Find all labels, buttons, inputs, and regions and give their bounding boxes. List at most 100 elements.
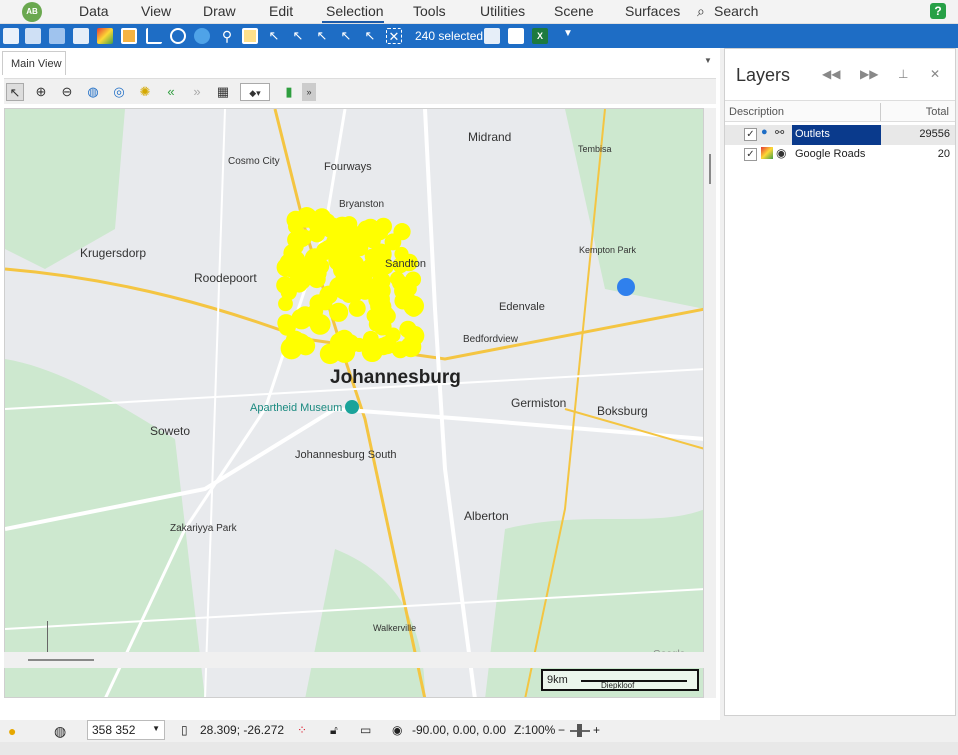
menu-search[interactable]: Search xyxy=(714,3,758,19)
horizontal-scroll-thumb[interactable] xyxy=(28,659,94,661)
selection-table-icon[interactable] xyxy=(508,28,524,44)
tab-menu-chevron-icon[interactable]: ▼ xyxy=(704,56,712,65)
outlet-point xyxy=(337,330,353,346)
zoom-slider[interactable] xyxy=(570,724,590,737)
layer-visible-checkbox[interactable]: ✓ xyxy=(744,128,757,141)
basemap-dropdown-icon[interactable]: ◆▾ xyxy=(240,83,270,101)
zoom-level: Z:100% xyxy=(514,723,556,737)
export-selection-icon[interactable] xyxy=(484,28,500,44)
full-extent-icon[interactable]: ◎ xyxy=(110,83,128,101)
clear-selection-icon[interactable]: ✕ xyxy=(386,28,402,44)
menu-edit[interactable]: Edit xyxy=(269,3,293,19)
outlet-point xyxy=(312,258,330,275)
select-add-icon[interactable]: ↖ xyxy=(338,28,354,44)
menu-surfaces[interactable]: Surfaces xyxy=(625,3,680,19)
snap-icon[interactable]: ⁘ xyxy=(297,723,307,737)
chevron-down-icon[interactable]: ▼ xyxy=(563,28,573,39)
settings-gear-icon[interactable]: ✺ xyxy=(136,83,154,101)
grid-icon[interactable]: ▦ xyxy=(214,83,232,101)
col-description[interactable]: Description xyxy=(729,106,784,118)
airport-icon xyxy=(617,278,635,296)
app-logo[interactable]: AB xyxy=(22,2,42,22)
place-label-midrand: Midrand xyxy=(468,130,512,144)
outlet-point xyxy=(363,278,379,294)
tab-main-view[interactable]: Main View xyxy=(2,51,66,75)
search-icon[interactable]: ⌕ xyxy=(697,3,705,20)
zoom-in-button[interactable]: + xyxy=(593,723,600,737)
help-icon[interactable]: ? xyxy=(930,3,946,19)
menu-utilities[interactable]: Utilities xyxy=(480,3,525,19)
select-polygon-icon[interactable]: ↖ xyxy=(290,28,306,44)
comment-icon[interactable]: ▭ xyxy=(360,723,371,737)
menu-data[interactable]: Data xyxy=(79,3,109,19)
layers-icon[interactable] xyxy=(73,28,89,44)
label-tool-icon[interactable] xyxy=(121,28,137,44)
museum-icon xyxy=(345,400,359,414)
vertical-scrollbar[interactable] xyxy=(704,108,716,698)
layers-table-header: Description Total xyxy=(725,100,955,122)
outlet-point xyxy=(276,276,294,295)
table-icon[interactable] xyxy=(49,28,65,44)
select-arrow-icon[interactable]: ↖ xyxy=(266,28,282,44)
outlet-point xyxy=(313,208,331,226)
bookmark-icon[interactable]: ▮ xyxy=(280,83,298,101)
outlet-point xyxy=(335,242,356,263)
zoom-in-icon[interactable]: ⊕ xyxy=(32,83,50,101)
pin-icon[interactable]: ⚲ xyxy=(219,28,235,44)
col-total[interactable]: Total xyxy=(926,106,949,118)
layer-visible-checkbox[interactable]: ✓ xyxy=(744,148,757,161)
column-separator[interactable] xyxy=(880,103,881,121)
menu-view[interactable]: View xyxy=(141,3,171,19)
lock-icon[interactable]: 🔓︎ xyxy=(330,723,338,738)
scale-place-label: Diepkloof xyxy=(601,681,635,690)
map-canvas[interactable]: Midrand Fourways Cosmo City Bryanston Kr… xyxy=(4,108,704,698)
lightbulb-icon[interactable]: ● xyxy=(8,723,16,739)
pin-panel-icon[interactable]: ⊥ xyxy=(898,67,908,81)
select-remove-icon[interactable]: ↖ xyxy=(362,28,378,44)
link-icon[interactable]: ⚯ xyxy=(775,126,784,139)
layer-row-google-roads[interactable]: ✓ ◉ Google Roads 20 xyxy=(725,145,955,165)
select-rectangle-icon[interactable] xyxy=(242,28,258,44)
place-label-johannesburg: Johannesburg xyxy=(330,367,461,388)
previous-extent-icon[interactable]: « xyxy=(162,83,180,101)
vertical-scroll-thumb[interactable] xyxy=(709,154,711,184)
layer-row-outlets[interactable]: ✓ ● ⚯ Outlets 29556 xyxy=(725,125,955,145)
map-toolbar: ↖ ⊕ ⊖ ◍ ◎ ✺ « » ▦ ◆▾ ▮ » xyxy=(4,78,716,104)
place-label-bedfordview: Bedfordview xyxy=(463,334,519,345)
mouse-icon: ▯ xyxy=(181,723,188,737)
next-extent-icon[interactable]: » xyxy=(188,83,206,101)
globe-icon[interactable] xyxy=(194,28,210,44)
database-icon[interactable] xyxy=(25,28,41,44)
zoom-out-button[interactable]: − xyxy=(558,723,565,737)
excel-icon[interactable]: X xyxy=(532,28,548,44)
measure-icon[interactable] xyxy=(146,28,162,44)
zoom-out-icon[interactable]: ⊖ xyxy=(58,83,76,101)
select-freehand-icon[interactable]: ↖ xyxy=(314,28,330,44)
zoom-slider-thumb[interactable] xyxy=(577,724,582,737)
chevron-down-icon: ▼ xyxy=(152,724,160,733)
place-label-kempton-park: Kempton Park xyxy=(579,245,637,255)
forward-icon[interactable]: ▶▶ xyxy=(860,67,878,81)
rewind-icon[interactable]: ◀◀ xyxy=(822,67,840,81)
menu-draw[interactable]: Draw xyxy=(203,3,236,19)
place-label-sandton: Sandton xyxy=(385,258,426,270)
layers-panel: Layers ◀◀ ▶▶ ⊥ ✕ Description Total ✓ ● ⚯… xyxy=(724,48,956,716)
outlet-point xyxy=(296,336,316,356)
open-folder-icon[interactable] xyxy=(3,28,19,44)
status-bar: ● ◍ 358 352 ▼ ▯ 28.309; -26.272 ⁘ 🔓︎ ▭ ◉ … xyxy=(0,720,958,742)
pointer-icon[interactable]: ↖ xyxy=(6,83,24,101)
toolbar-overflow-icon[interactable]: » xyxy=(302,83,316,101)
outlet-point xyxy=(348,299,366,317)
route-icon[interactable] xyxy=(170,28,186,44)
menu-selection[interactable]: Selection xyxy=(326,3,384,19)
globe-status-icon[interactable]: ◍ xyxy=(54,723,66,740)
menu-tools[interactable]: Tools xyxy=(413,3,446,19)
map-color-icon[interactable] xyxy=(97,28,113,44)
horizontal-scrollbar[interactable] xyxy=(4,652,716,668)
place-label-alberton: Alberton xyxy=(464,509,509,523)
coordinate-system-select[interactable]: 358 352 ▼ xyxy=(87,720,165,740)
eye-icon[interactable]: ◉ xyxy=(776,146,786,160)
globe-view-icon[interactable]: ◍ xyxy=(84,83,102,101)
menu-scene[interactable]: Scene xyxy=(554,3,594,19)
close-icon[interactable]: ✕ xyxy=(930,67,940,81)
